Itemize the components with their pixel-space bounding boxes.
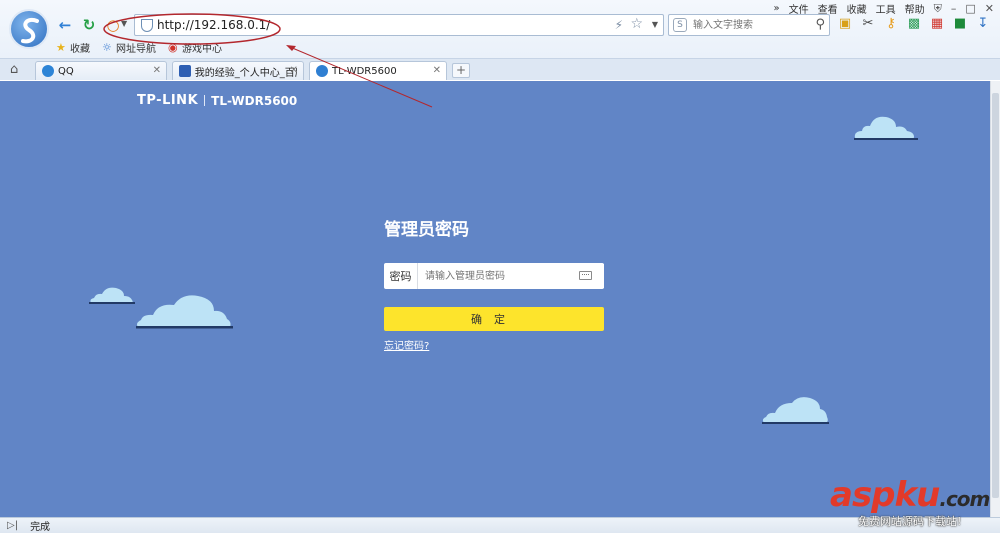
close-tab-icon[interactable]: ✕ [433,65,441,76]
cloud-icon [854,116,918,140]
search-input[interactable] [693,17,803,33]
password-field[interactable]: 密码 [384,263,604,289]
bookmark-games[interactable]: ◉ 游戏中心 [168,40,222,55]
watermark-subtitle: 免费网站源码下载站! [858,515,962,528]
brand-header: TP-LINK TL-WDR5600 [137,93,297,108]
menu-favorites[interactable]: 收藏 [847,1,867,16]
shield-icon [141,19,153,32]
menu-help[interactable]: 帮助 [905,1,925,16]
app-icon[interactable]: ▩ [907,17,921,31]
tab-bar: ⌂ QQ ✕ 我的经验_个人中心_百度 ✕ TL-WDR5600 ✕ + [0,58,1000,80]
router-model: TL-WDR5600 [211,93,298,108]
close-icon[interactable]: ✕ [985,2,994,15]
page-icon[interactable]: ▣ [838,17,852,31]
watermark: aspku.com 免费网站源码下载站! [830,475,990,528]
tab-tl-wdr5600[interactable]: TL-WDR5600 ✕ [309,61,447,80]
tab-baidu[interactable]: 我的经验_个人中心_百度 ✕ [172,61,304,80]
address-bar[interactable]: http://192.168.0.1/ ⚡︎ ☆ ▼ [134,14,664,36]
note-icon[interactable]: ▦ [930,17,944,31]
address-url[interactable]: http://192.168.0.1/ [157,18,270,32]
refresh-icon[interactable]: ↻ [80,16,98,34]
cloud-icon [762,397,829,424]
scissors-icon[interactable]: ✂ [861,17,875,31]
router-login-page: TP-LINK TL-WDR5600 管理员密码 密码 确定 忘记密码? [0,81,990,517]
baidu-icon [179,65,191,77]
brand-separator [204,95,206,106]
bookmarks-bar: ★ 收藏 ☼ 网址导航 ◉ 游戏中心 [56,40,222,55]
bookmark-label: 网址导航 [116,44,156,55]
home-icon[interactable]: ⌂ [10,62,18,77]
watermark-domain: .com [939,487,990,511]
tab-qq[interactable]: QQ ✕ [35,61,167,80]
tp-link-logo: TP-LINK [137,93,199,108]
star-icon[interactable]: ☆ [630,16,643,32]
tab-title: TL-WDR5600 [332,65,397,77]
search-box[interactable]: S ⚲ [668,14,830,36]
confirm-button[interactable]: 确定 [384,307,604,331]
tab-title: QQ [58,65,74,77]
forgot-password-link[interactable]: 忘记密码? [384,337,429,352]
keyboard-icon[interactable] [579,271,592,280]
browser-logo-icon[interactable] [9,9,49,49]
bookmark-site-nav[interactable]: ☼ 网址导航 [102,40,156,55]
toolbar-icons: ▣ ✂ ⚷ ▩ ▦ ■ ↧ [838,17,990,31]
watermark-logo-text: aspku [830,475,940,515]
qq-icon [42,65,54,77]
star-icon: ★ [56,41,66,54]
login-title: 管理员密码 [384,220,469,240]
bookmark-label: 游戏中心 [182,44,222,55]
green-e-icon[interactable]: ■ [953,17,967,31]
watermark-logo: aspku.com [830,475,990,516]
scrollbar-thumb[interactable] [992,93,999,498]
chevron-down-icon[interactable]: ▼ [121,19,127,28]
new-tab-button[interactable]: + [452,63,470,78]
download-icon[interactable]: ↧ [976,17,990,31]
menu-file[interactable]: 文件 [789,1,809,16]
tab-title: 我的经验_个人中心_百度 [194,67,297,79]
password-input[interactable] [418,264,604,288]
cloud-icon [89,287,135,304]
more-chevron-icon[interactable]: » [774,3,780,14]
close-tab-icon[interactable]: ✕ [290,65,298,76]
lightning-icon[interactable]: ⚡︎ [615,18,623,32]
cloud-icon [136,295,233,329]
game-icon: ◉ [168,41,178,54]
password-label: 密码 [384,263,418,289]
maximize-icon[interactable]: □ [965,2,975,15]
globe-icon: ☼ [102,41,112,54]
status-text: 完成 [30,522,51,533]
bookmark-label: 收藏 [70,44,90,55]
skin-shirt-icon[interactable]: ⛨ [934,2,942,16]
menu-bar: » 文件 查看 收藏 工具 帮助 ⛨ – □ ✕ [774,1,995,17]
close-tab-icon[interactable]: ✕ [153,65,161,76]
minimize-icon[interactable]: – [951,2,957,15]
tp-link-icon [316,65,328,77]
sidebar-toggle-icon[interactable]: ▷| [7,520,18,531]
vertical-scrollbar[interactable] [990,81,1000,517]
stop-circle-icon[interactable]: ○ [104,16,122,34]
search-icon[interactable]: ⚲ [815,17,825,32]
back-arrow-icon[interactable]: ← [56,16,74,34]
menu-view[interactable]: 查看 [818,1,838,16]
search-engine-icon[interactable]: S [673,18,687,32]
menu-tools[interactable]: 工具 [876,1,896,16]
browser-toolbar: ← ↻ ○ ▼ http://192.168.0.1/ ⚡︎ ☆ ▼ S ⚲ »… [0,0,1000,80]
key-icon[interactable]: ⚷ [884,17,898,31]
status-bar: ▷| 完成 [0,517,1000,533]
chevron-down-icon[interactable]: ▼ [652,20,658,29]
bookmark-favorites[interactable]: ★ 收藏 [56,40,90,55]
